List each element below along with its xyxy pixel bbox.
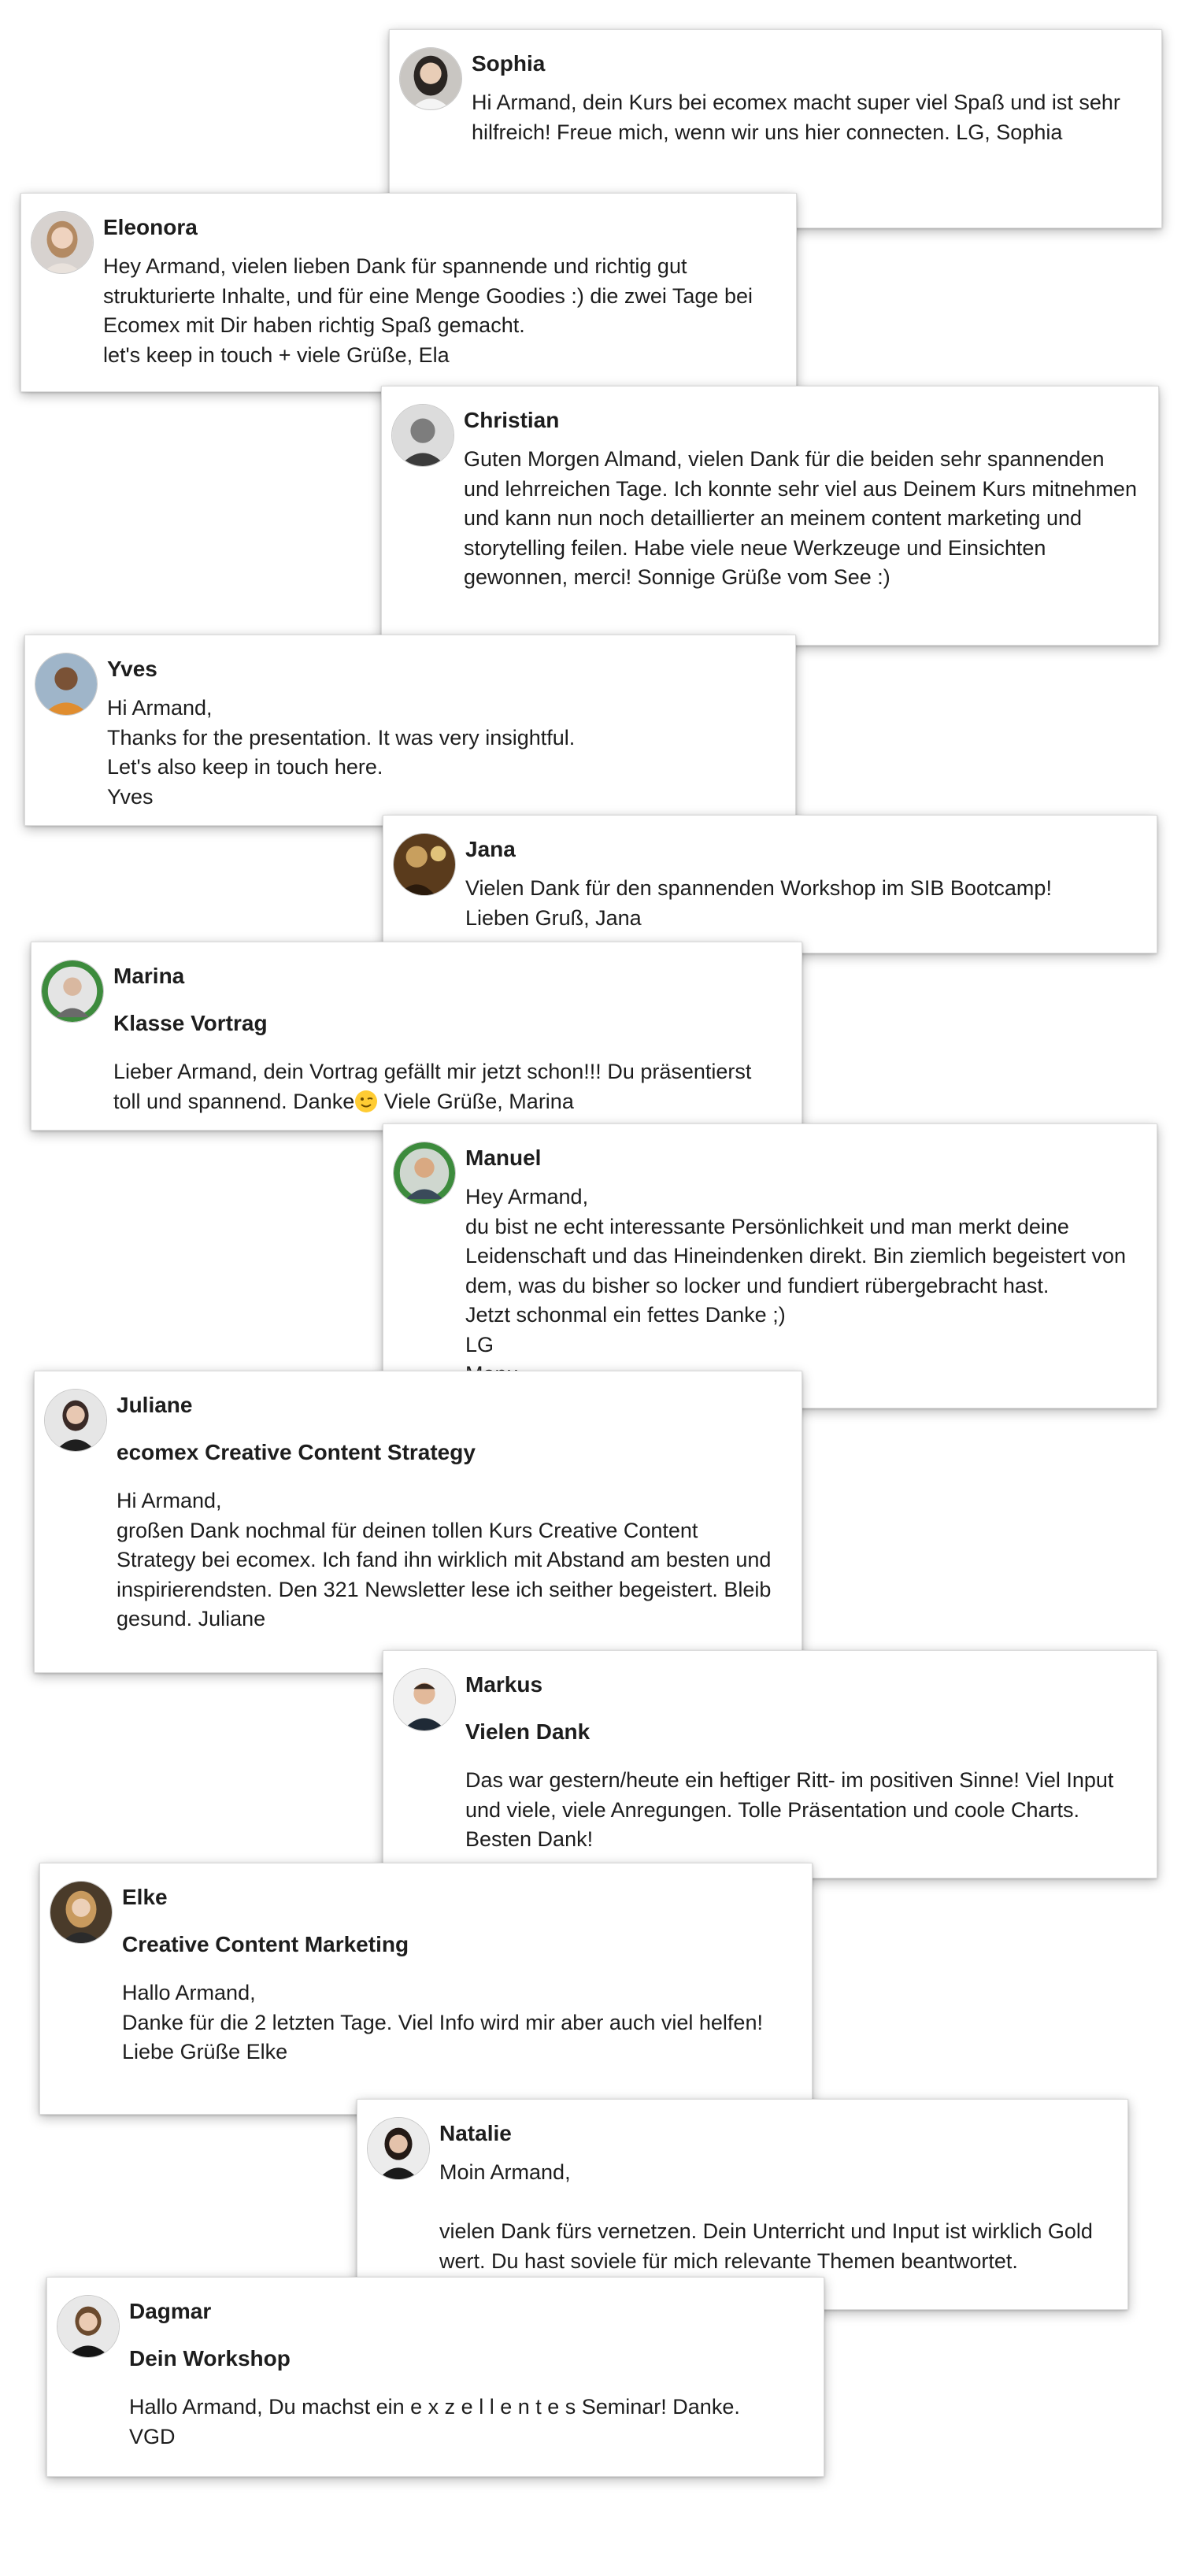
- sender-name[interactable]: Elke: [122, 1884, 793, 1911]
- message-card: Marina Klasse Vortrag Lieber Armand, dei…: [31, 942, 802, 1131]
- message-card: Elke Creative Content Marketing Hallo Ar…: [39, 1863, 813, 2115]
- message-body: Hi Armand, dein Kurs bei ecomex macht su…: [472, 91, 1120, 144]
- message-card: Juliane ecomex Creative Content Strategy…: [34, 1371, 802, 1673]
- message-subject: ecomex Creative Content Strategy: [117, 1440, 476, 1464]
- avatar[interactable]: [31, 211, 94, 274]
- sender-name[interactable]: Yves: [107, 656, 776, 683]
- sender-name[interactable]: Christian: [464, 407, 1139, 434]
- message-body: Vielen Dank für den spannenden Workshop …: [465, 876, 1052, 930]
- message-card: Eleonora Hey Armand, vielen lieben Dank …: [20, 193, 797, 392]
- sender-name[interactable]: Markus: [465, 1671, 1138, 1698]
- message-body: Hi Armand, Thanks for the presentation. …: [107, 696, 576, 809]
- message-card: Christian Guten Morgen Almand, vielen Da…: [381, 386, 1159, 646]
- message-body: Lieber Armand, dein Vortrag gefällt mir …: [113, 1060, 752, 1113]
- message-body: Hallo Armand, Du machst ein e x z e l l …: [129, 2395, 740, 2448]
- message-body: Guten Morgen Almand, vielen Dank für die…: [464, 447, 1137, 589]
- message-subject: Dein Workshop: [129, 2346, 291, 2371]
- winking-face-emoji: [355, 1090, 378, 1112]
- message-body: Hi Armand, großen Dank nochmal für deine…: [117, 1489, 772, 1630]
- sender-name[interactable]: Jana: [465, 836, 1138, 863]
- sender-name[interactable]: Eleonora: [103, 214, 777, 241]
- avatar[interactable]: [367, 2117, 430, 2180]
- avatar[interactable]: [35, 653, 98, 716]
- message-card: Dagmar Dein Workshop Hallo Armand, Du ma…: [46, 2277, 824, 2477]
- sender-name[interactable]: Sophia: [472, 50, 1142, 77]
- message-card: Jana Vielen Dank für den spannenden Work…: [383, 815, 1157, 953]
- message-body: Hey Armand, du bist ne echt interessante…: [465, 1185, 1127, 1386]
- avatar[interactable]: [41, 960, 104, 1023]
- avatar[interactable]: [391, 404, 454, 467]
- avatar[interactable]: [57, 2295, 120, 2358]
- message-subject: Creative Content Marketing: [122, 1932, 409, 1956]
- sender-name[interactable]: Manuel: [465, 1145, 1138, 1171]
- message-card: Yves Hi Armand, Thanks for the presentat…: [24, 635, 796, 826]
- message-card: Markus Vielen Dank Das war gestern/heute…: [383, 1650, 1157, 1878]
- message-card: Manuel Hey Armand, du bist ne echt inter…: [383, 1123, 1157, 1408]
- avatar[interactable]: [393, 833, 456, 896]
- message-body: Das war gestern/heute ein heftiger Ritt-…: [465, 1768, 1114, 1851]
- message-body: Hey Armand, vielen lieben Dank für spann…: [103, 254, 753, 367]
- sender-name[interactable]: Juliane: [117, 1392, 783, 1419]
- message-body: Moin Armand, vielen Dank fürs vernetzen.…: [439, 2160, 1093, 2273]
- avatar[interactable]: [393, 1668, 456, 1731]
- avatar[interactable]: [50, 1881, 113, 1944]
- avatar[interactable]: [44, 1389, 107, 1452]
- sender-name[interactable]: Dagmar: [129, 2298, 805, 2325]
- message-body: Hallo Armand, Danke für die 2 letzten Ta…: [122, 1981, 763, 2063]
- message-subject: Vielen Dank: [465, 1719, 590, 1744]
- message-subject: Klasse Vortrag: [113, 1011, 268, 1035]
- avatar[interactable]: [399, 47, 462, 110]
- sender-name[interactable]: Natalie: [439, 2120, 1109, 2147]
- sender-name[interactable]: Marina: [113, 963, 783, 990]
- avatar[interactable]: [393, 1142, 456, 1205]
